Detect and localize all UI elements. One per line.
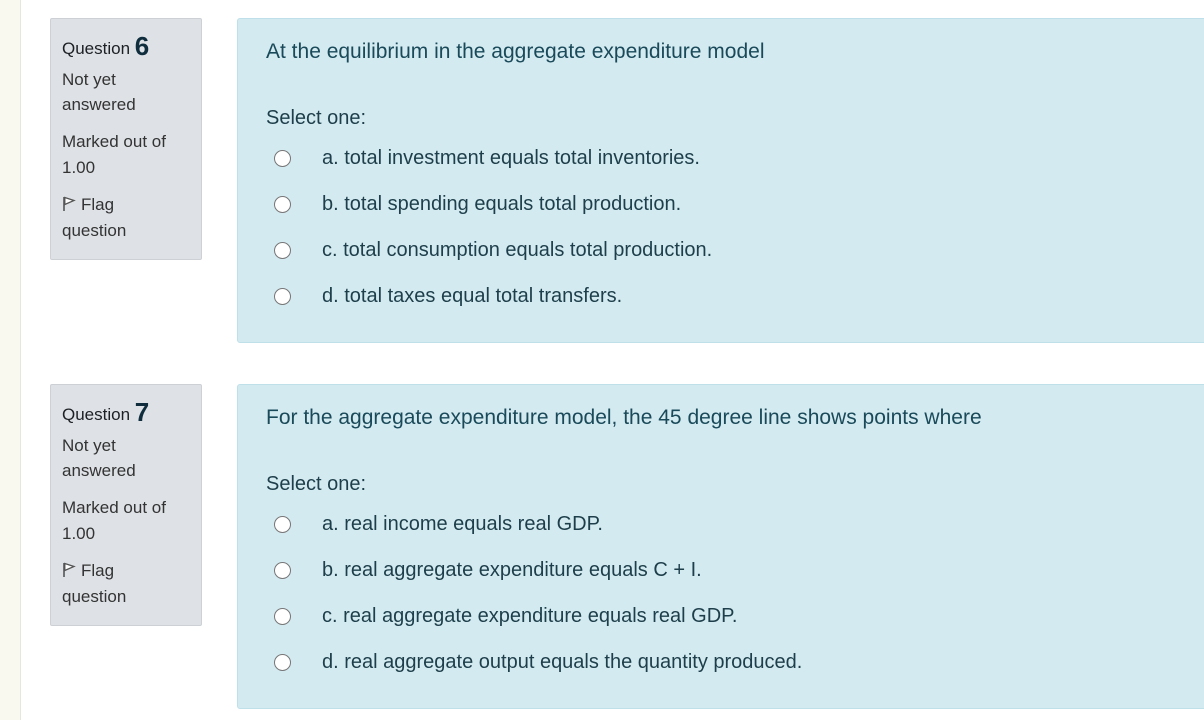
question-state: Not yet answered — [62, 433, 191, 483]
answer-option-b[interactable]: b. real aggregate expenditure equals C +… — [274, 559, 1174, 605]
question-label: Question — [62, 39, 131, 58]
question-number: Question 6 — [62, 32, 191, 62]
question-info-panel: Question 7 Not yet answered Marked out o… — [50, 384, 202, 626]
flag-question-link[interactable]: Flag question — [62, 558, 191, 610]
answer-options: a. real income equals real GDP. b. real … — [274, 513, 1174, 697]
answer-option-b[interactable]: b. total spending equals total productio… — [274, 193, 1174, 239]
radio-button[interactable] — [274, 150, 291, 167]
question-grade-line2: 1.00 — [62, 158, 96, 177]
radio-button[interactable] — [274, 196, 291, 213]
answer-label[interactable]: c. total consumption equals total produc… — [322, 239, 712, 262]
answer-option-c[interactable]: c. real aggregate expenditure equals rea… — [274, 605, 1174, 651]
question-grade: Marked out of 1.00 — [62, 129, 191, 181]
question-number: Question 7 — [62, 398, 191, 428]
answer-options: a. total investment equals total invento… — [274, 147, 1174, 331]
radio-button[interactable] — [274, 654, 291, 671]
answer-label[interactable]: d. total taxes equal total transfers. — [322, 285, 622, 308]
answer-option-c[interactable]: c. total consumption equals total produc… — [274, 239, 1174, 285]
question-text: For the aggregate expenditure model, the… — [266, 406, 982, 429]
question-grade: Marked out of 1.00 — [62, 495, 191, 547]
answer-option-a[interactable]: a. total investment equals total invento… — [274, 147, 1174, 193]
flag-question-line1: Flag — [81, 561, 115, 580]
question-state: Not yet answered — [62, 67, 191, 117]
question-grade-line1: Marked out of — [62, 498, 166, 517]
question-state-line2: answered — [62, 461, 136, 480]
select-one-prompt: Select one: — [266, 107, 367, 129]
flag-icon — [62, 560, 76, 577]
answer-label[interactable]: a. real income equals real GDP. — [322, 513, 603, 536]
answer-option-a[interactable]: a. real income equals real GDP. — [274, 513, 1174, 559]
radio-button[interactable] — [274, 288, 291, 305]
question-text: At the equilibrium in the aggregate expe… — [266, 40, 765, 63]
answer-label[interactable]: b. total spending equals total productio… — [322, 193, 681, 216]
select-one-prompt: Select one: — [266, 473, 367, 495]
question-grade-line2: 1.00 — [62, 524, 96, 543]
question-content: For the aggregate expenditure model, the… — [237, 384, 1204, 709]
question-number-value: 6 — [134, 31, 150, 61]
question-number-value: 7 — [134, 397, 150, 427]
flag-question-line2: question — [62, 221, 127, 240]
radio-button[interactable] — [274, 242, 291, 259]
answer-label[interactable]: a. total investment equals total invento… — [322, 147, 700, 170]
answer-label[interactable]: c. real aggregate expenditure equals rea… — [322, 605, 737, 628]
flag-icon — [62, 194, 76, 211]
radio-button[interactable] — [274, 516, 291, 533]
answer-option-d[interactable]: d. total taxes equal total transfers. — [274, 285, 1174, 331]
radio-button[interactable] — [274, 608, 291, 625]
answer-option-d[interactable]: d. real aggregate output equals the quan… — [274, 651, 1174, 697]
answer-label[interactable]: d. real aggregate output equals the quan… — [322, 651, 802, 674]
question-grade-line1: Marked out of — [62, 132, 166, 151]
answer-label[interactable]: b. real aggregate expenditure equals C +… — [322, 559, 702, 582]
question-info-panel: Question 6 Not yet answered Marked out o… — [50, 18, 202, 260]
flag-question-line1: Flag — [81, 195, 115, 214]
radio-button[interactable] — [274, 562, 291, 579]
flag-question-line2: question — [62, 587, 127, 606]
question-label: Question — [62, 405, 131, 424]
question-state-line1: Not yet — [62, 70, 116, 89]
question-state-line1: Not yet — [62, 436, 116, 455]
page-left-gutter — [0, 0, 21, 720]
flag-question-link[interactable]: Flag question — [62, 192, 191, 244]
question-content: At the equilibrium in the aggregate expe… — [237, 18, 1204, 343]
question-state-line2: answered — [62, 95, 136, 114]
